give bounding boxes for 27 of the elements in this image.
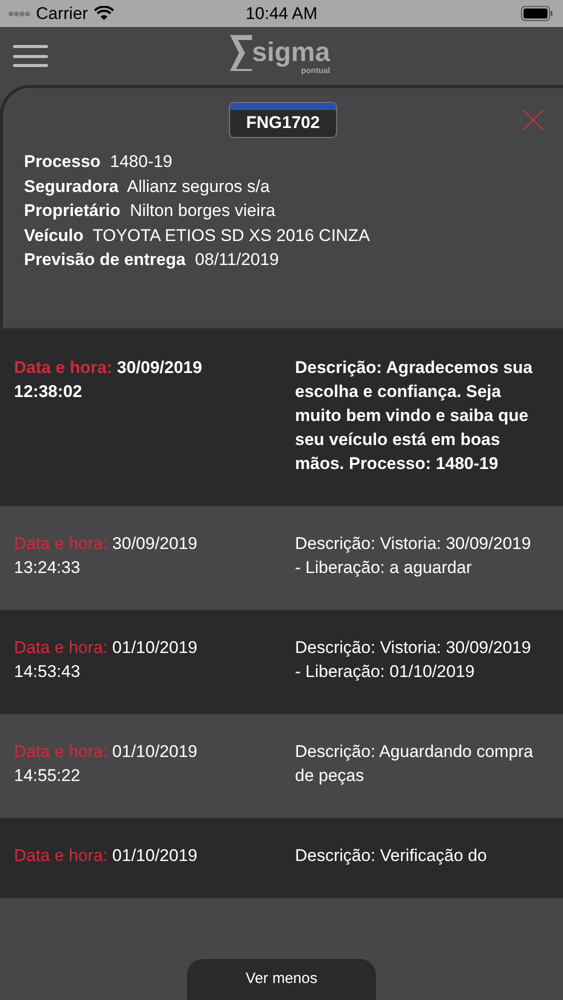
event-datetime: Data e hora: 01/10/2019 14:55:22 xyxy=(14,741,198,787)
clock-time: 10:44 AM xyxy=(246,2,318,25)
event-description: Descrição: Verificação do xyxy=(295,845,488,867)
close-icon xyxy=(521,108,545,132)
carrier-name: Carrier xyxy=(36,2,88,25)
logo-tagline: pontual xyxy=(301,67,330,75)
signal-icon xyxy=(8,10,30,16)
event-description: Descrição: Agradecemos sua escolha e confiança. Seja muito bem vindo e saiba que seu veículo está em boas mãos. Processo: 1480-19 xyxy=(295,357,534,475)
event-datetime: Data e hora: 30/09/2019 13:24:33 xyxy=(14,533,198,579)
event-datetime: Data e hora: 30/09/2019 12:38:02 xyxy=(14,357,204,403)
sigma-icon xyxy=(228,33,254,73)
vehicle-field: Proprietário Nilton borges vieira xyxy=(24,199,563,224)
wifi-icon xyxy=(94,6,114,21)
battery-icon xyxy=(521,6,553,21)
event-description: Descrição: Vistoria: 30/09/2019 - Liberação: a aguardar xyxy=(295,533,532,579)
show-less-button[interactable]: Ver menos xyxy=(187,959,376,1000)
event-description: Descrição: Aguardando compra de peças xyxy=(295,741,534,787)
menu-button[interactable] xyxy=(13,45,48,67)
logo-name: sigma xyxy=(252,37,330,67)
event-description: Descrição: Vistoria: 30/09/2019 - Liberação: 01/10/2019 xyxy=(295,637,532,683)
vehicle-field: Previsão de entrega 08/11/2019 xyxy=(24,248,563,272)
vehicle-field: Seguradora Allianz seguros s/a xyxy=(24,174,563,199)
event-datetime: Data e hora: 01/10/2019 xyxy=(14,845,198,867)
vehicle-field: Veículo TOYOTA ETIOS SD XS 2016 CINZA xyxy=(24,224,563,248)
event-datetime: Data e hora: 01/10/2019 14:53:43 xyxy=(14,637,198,683)
vehicle-field: Processo 1480-19 xyxy=(24,150,563,174)
plate-number: FNG1702 xyxy=(245,112,321,134)
